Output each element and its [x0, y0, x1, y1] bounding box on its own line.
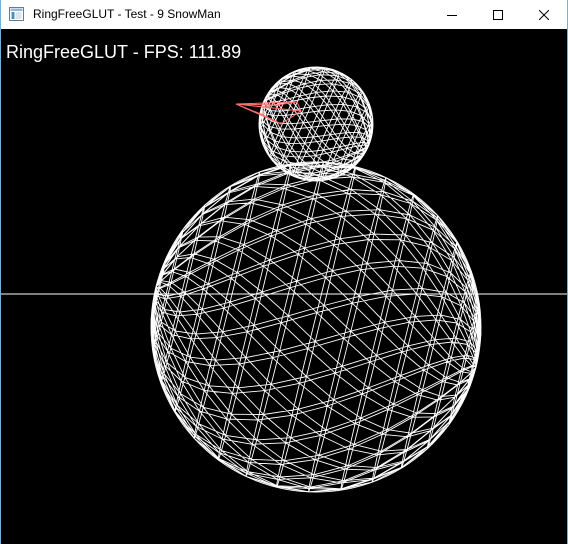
app-window: RingFreeGLUT - Test - 9 SnowMan RingFree… — [0, 0, 568, 544]
gl-viewport[interactable]: RingFreeGLUT - FPS: 111.89 — [1, 29, 567, 544]
close-button[interactable] — [521, 0, 567, 29]
body-sphere — [150, 161, 482, 493]
window-app-icon[interactable] — [9, 7, 24, 21]
wireframe-mesh — [150, 161, 482, 493]
fps-readout: RingFreeGLUT - FPS: 111.89 — [6, 42, 242, 62]
wireframe-mesh — [258, 66, 374, 182]
head-sphere — [258, 66, 374, 182]
close-icon — [539, 9, 549, 20]
minimize-button[interactable] — [429, 0, 475, 29]
snowman-scene — [1, 66, 567, 493]
maximize-icon — [493, 9, 503, 20]
window-title: RingFreeGLUT - Test - 9 SnowMan — [33, 7, 221, 21]
minimize-icon — [447, 14, 457, 16]
title-bar[interactable]: RingFreeGLUT - Test - 9 SnowMan — [1, 0, 567, 29]
maximize-button[interactable] — [475, 0, 521, 29]
